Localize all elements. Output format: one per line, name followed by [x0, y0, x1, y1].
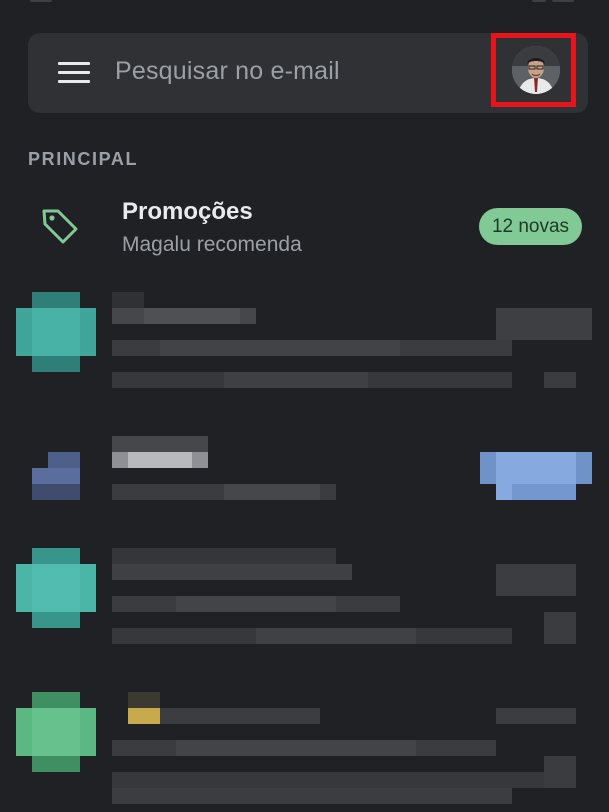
promotions-subtitle: Magalu recomenda: [122, 233, 302, 256]
email-list-item[interactable]: [0, 292, 609, 404]
email-list-item[interactable]: [0, 436, 609, 516]
hamburger-menu-icon[interactable]: [58, 62, 90, 84]
promotions-category-row[interactable]: Promoções Magalu recomenda 12 novas: [0, 188, 609, 268]
email-list-item[interactable]: [0, 548, 609, 660]
tag-icon: [42, 209, 78, 244]
new-count-badge: 12 novas: [479, 208, 582, 245]
account-avatar[interactable]: [512, 46, 560, 94]
search-bar[interactable]: Pesquisar no e-mail: [28, 33, 588, 113]
avatar-photo: [512, 46, 560, 94]
search-input[interactable]: Pesquisar no e-mail: [115, 57, 340, 86]
promotions-title: Promoções: [122, 198, 253, 225]
email-list-item[interactable]: [0, 692, 609, 812]
status-bar: [0, 0, 609, 6]
section-label: PRINCIPAL: [28, 149, 139, 169]
gmail-inbox-screen: Pesquisar no e-mail PRINCIPAL Promoções …: [0, 0, 609, 812]
